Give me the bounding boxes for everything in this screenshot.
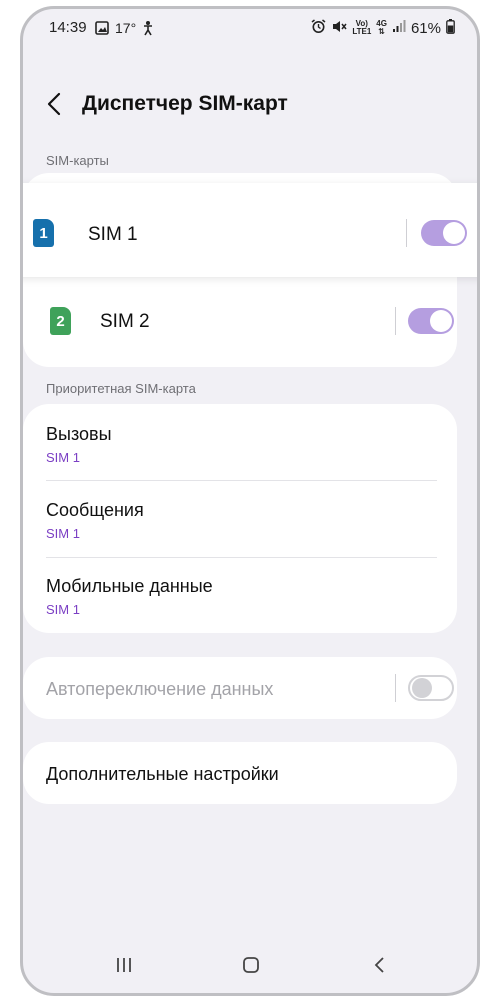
- sim-1-label: SIM 1: [88, 224, 138, 245]
- priority-item-title: Мобильные данные: [46, 576, 213, 596]
- accessibility-icon: [141, 17, 155, 39]
- priority-item-messages[interactable]: Сообщения SIM 1: [23, 481, 457, 557]
- priority-item-value: SIM 1: [46, 602, 80, 617]
- more-settings-card[interactable]: Дополнительные настройки: [23, 742, 457, 804]
- battery-percent: 61%: [410, 19, 441, 37]
- status-right: Vo) LTE1 4G ⇅ 61%: [311, 17, 455, 39]
- battery-icon: [446, 18, 455, 38]
- priority-item-title: Сообщения: [46, 500, 144, 520]
- page-title: Диспетчер SIM-карт: [82, 92, 288, 115]
- recent-apps-icon: [117, 958, 131, 972]
- priority-item-mobile-data[interactable]: Мобильные данные SIM 1: [23, 558, 457, 633]
- section-label-priority: Приоритетная SIM-карта: [46, 381, 196, 396]
- divider: [406, 219, 407, 247]
- home-icon: [243, 957, 259, 973]
- sim-row-1[interactable]: 1 SIM 1: [23, 183, 477, 277]
- network-type: 4G ⇅: [376, 19, 387, 36]
- recent-apps-button[interactable]: [109, 953, 139, 977]
- divider: [395, 307, 396, 335]
- auto-switch-card[interactable]: Автопереключение данных: [23, 657, 457, 719]
- volte-indicator: Vo) LTE1: [352, 20, 371, 36]
- status-bar: 14:39 17° Vo) LTE1 4G ⇅ 61%: [23, 17, 477, 41]
- divider: [395, 674, 396, 702]
- more-settings-label: Дополнительные настройки: [46, 764, 279, 784]
- back-nav-button[interactable]: [365, 953, 395, 977]
- home-button[interactable]: [236, 953, 266, 977]
- section-label-sim-cards: SIM-карты: [46, 153, 109, 168]
- back-button[interactable]: [43, 89, 67, 119]
- alarm-icon: [311, 18, 326, 38]
- gallery-icon: [95, 17, 109, 39]
- chevron-left-icon: [47, 92, 61, 116]
- sim-2-icon: 2: [50, 307, 71, 335]
- sim-1-toggle[interactable]: [421, 220, 467, 246]
- weather-temp: 17°: [115, 20, 137, 36]
- sim-1-icon: 1: [33, 219, 54, 247]
- signal-icon: [392, 19, 406, 37]
- priority-item-calls[interactable]: Вызовы SIM 1: [23, 404, 457, 480]
- volte-bottom: LTE1: [352, 27, 372, 36]
- priority-card: Вызовы SIM 1 Сообщения SIM 1 Мобильные д…: [23, 404, 457, 633]
- priority-item-title: Вызовы: [46, 424, 112, 444]
- mute-icon: [331, 19, 347, 38]
- auto-switch-label: Автопереключение данных: [46, 679, 274, 699]
- sim-2-label: SIM 2: [100, 311, 150, 332]
- back-icon: [374, 957, 384, 973]
- status-time: 14:39: [49, 19, 87, 36]
- phone-screen: 14:39 17° Vo) LTE1 4G ⇅ 61% Диспетчер SI…: [20, 6, 480, 996]
- sim-2-toggle[interactable]: [408, 308, 454, 334]
- sim-row-2[interactable]: 2 SIM 2: [23, 285, 457, 357]
- priority-item-value: SIM 1: [46, 526, 80, 541]
- navigation-bar: [23, 945, 477, 985]
- auto-switch-toggle[interactable]: [408, 675, 454, 701]
- app-header: Диспетчер SIM-карт: [23, 79, 477, 129]
- priority-item-value: SIM 1: [46, 450, 80, 465]
